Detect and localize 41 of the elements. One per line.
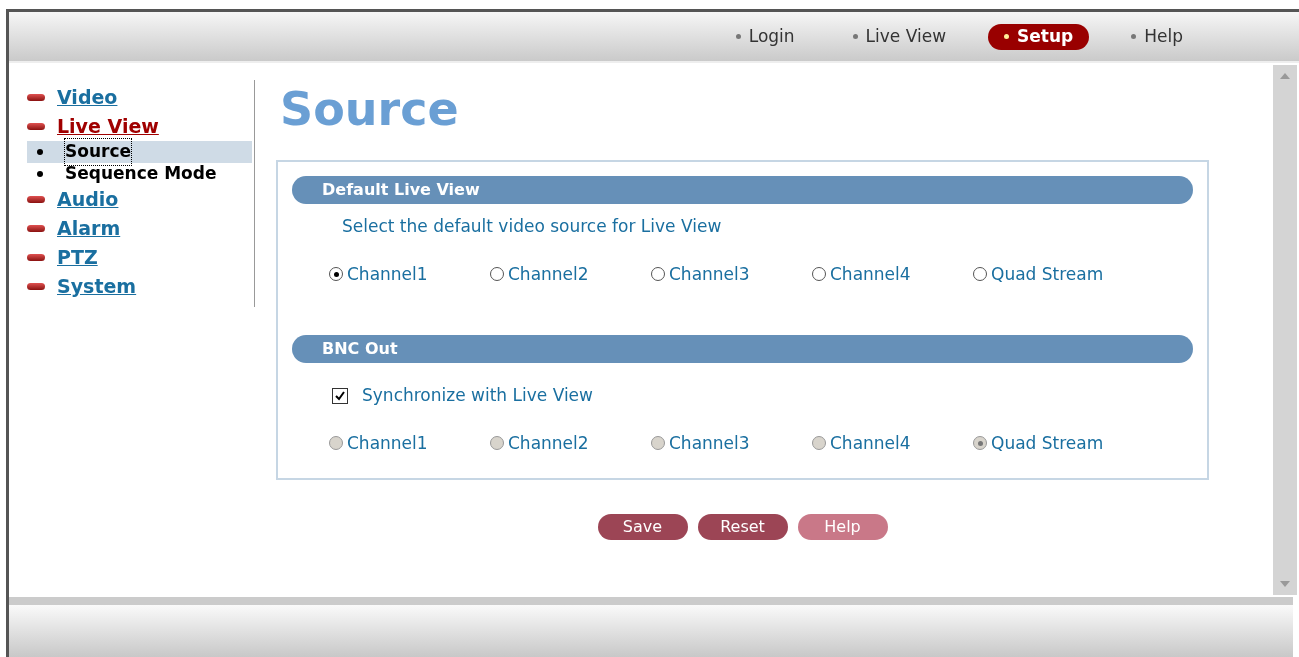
- nav-tab[interactable]: Login: [719, 23, 811, 50]
- section-header: BNC Out: [292, 335, 1193, 363]
- pill-icon: [27, 94, 45, 101]
- sidebar-subitem[interactable]: Source: [27, 141, 252, 163]
- radio-label: Quad Stream: [991, 262, 1104, 286]
- radio-button[interactable]: [329, 267, 343, 282]
- section-description: Select the default video source for Live View: [341, 215, 723, 238]
- radio-label: Channel2: [508, 262, 589, 286]
- action-button[interactable]: Reset: [697, 514, 788, 540]
- radio-button[interactable]: [973, 267, 987, 282]
- pill-icon: [27, 283, 45, 290]
- nav-tab[interactable]: Live View: [836, 23, 963, 50]
- sidebar-link[interactable]: Audio: [57, 185, 119, 214]
- section-header: Default Live View: [292, 176, 1193, 204]
- nav-tab[interactable]: Setup: [988, 23, 1090, 50]
- sidebar-link[interactable]: PTZ: [57, 243, 98, 272]
- radio-label: Channel1: [347, 431, 428, 455]
- radio-label: Channel4: [830, 431, 911, 455]
- radio-label: Channel3: [669, 431, 750, 455]
- radio-label: Channel1: [347, 262, 428, 286]
- radio-label: Channel4: [830, 262, 911, 286]
- checkbox-label: Synchronize with Live View: [362, 384, 593, 407]
- radio-label: Channel2: [508, 431, 589, 455]
- sidebar-link[interactable]: Alarm: [57, 214, 121, 243]
- radio-label: Quad Stream: [991, 431, 1104, 455]
- radio-button[interactable]: [490, 267, 504, 282]
- radio-button[interactable]: [812, 267, 826, 282]
- sidebar-link[interactable]: Video: [57, 83, 118, 112]
- radio-label: Channel3: [669, 262, 750, 286]
- page-title: Source: [280, 81, 460, 138]
- radio-button[interactable]: [651, 267, 665, 282]
- action-button[interactable]: Save: [597, 514, 688, 540]
- pill-icon: [27, 254, 45, 261]
- sidebar-link[interactable]: System: [57, 272, 137, 301]
- pill-icon: [27, 225, 45, 232]
- sidebar-link[interactable]: Live View: [57, 112, 159, 141]
- sidebar-subitem[interactable]: Sequence Mode: [27, 163, 252, 185]
- pill-icon: [27, 196, 45, 203]
- checkbox[interactable]: [332, 387, 348, 404]
- nav-tab[interactable]: Help: [1115, 23, 1199, 50]
- pill-icon: [27, 123, 45, 130]
